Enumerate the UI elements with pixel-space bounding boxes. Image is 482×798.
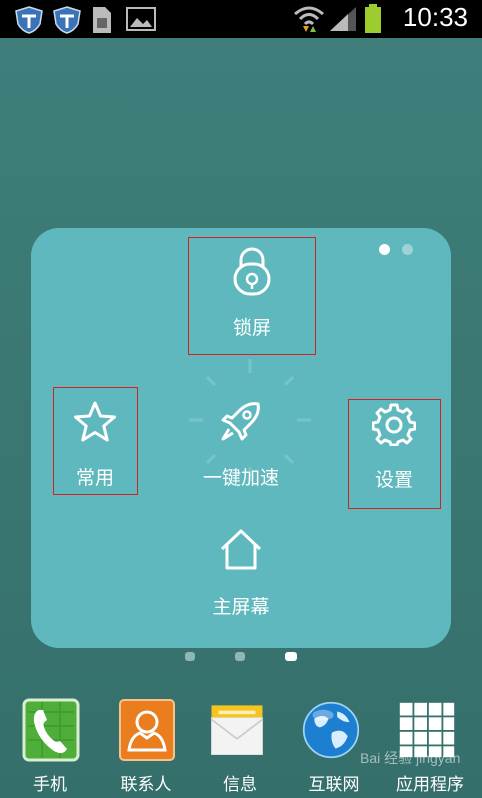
dock-phone-label: 手机 (33, 775, 67, 795)
highlight-box-settings (348, 399, 441, 509)
image-icon (126, 7, 156, 31)
battery-icon (365, 4, 381, 33)
contacts-icon (119, 699, 175, 761)
panel-page-dot-active[interactable] (379, 244, 390, 255)
sim-icon (93, 7, 111, 33)
status-bar: 10:33 (0, 0, 482, 38)
dock-messages-label: 信息 (223, 775, 257, 795)
highlight-box-lock (188, 237, 316, 355)
home-icon (220, 529, 262, 570)
shield-icon (53, 6, 81, 34)
home-screen-label: 主屏幕 (212, 596, 270, 618)
status-clock: 10:33 (402, 2, 468, 32)
baidu-watermark: Bai 经验 jingyan (360, 750, 461, 766)
highlight-box-favorites (53, 387, 138, 495)
one-key-boost-label: 一键加速 (202, 467, 279, 489)
phone-icon (22, 698, 80, 762)
home-page-indicator[interactable] (235, 652, 245, 661)
dock-apps-label: 应用程序 (396, 775, 464, 795)
one-key-boost-button[interactable]: 一键加速 (190, 398, 292, 490)
shield-icon (15, 6, 43, 34)
wifi-icon (294, 6, 324, 32)
dock-internet-label: 互联网 (308, 775, 360, 795)
globe-icon (302, 701, 360, 759)
dock-contacts-label: 联系人 (120, 775, 172, 795)
signal-icon (330, 7, 356, 31)
messages-icon (210, 705, 264, 756)
panel-page-dot[interactable] (402, 244, 413, 255)
home-page-indicator-active[interactable] (285, 652, 297, 661)
home-screen-button[interactable]: 主屏幕 (196, 527, 286, 619)
home-page-indicator[interactable] (185, 652, 195, 661)
rocket-icon (221, 402, 260, 441)
